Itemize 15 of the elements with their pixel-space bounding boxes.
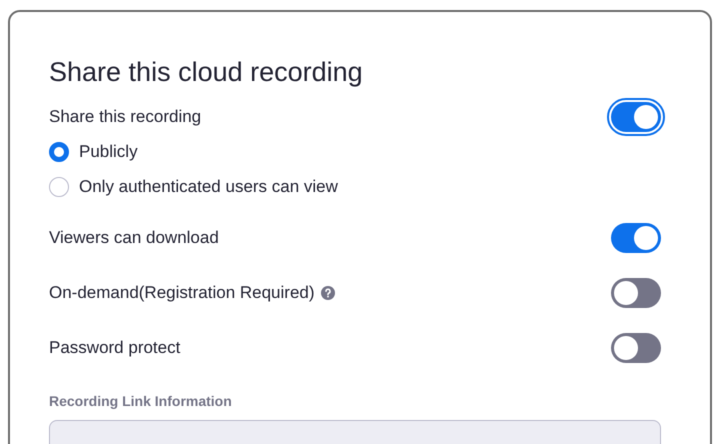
toggle-switch[interactable] [611, 102, 661, 132]
radio-option[interactable]: Only authenticated users can view [49, 169, 661, 204]
setting-label: Share this recording [49, 106, 202, 128]
dialog-title: Share this cloud recording [49, 56, 364, 89]
radio-button[interactable] [49, 176, 69, 196]
setting-label: On-demand(Registration Required) [49, 282, 315, 304]
setting-label: Viewers can download [49, 226, 219, 249]
toggle-switch[interactable] [611, 278, 661, 308]
help-icon[interactable] [320, 286, 335, 300]
radio-button[interactable] [49, 142, 69, 162]
toggle-switch[interactable] [611, 332, 661, 362]
toggle-switch[interactable] [611, 222, 661, 252]
radio-option[interactable]: Publicly [49, 134, 661, 169]
section-label: Recording Link Information [49, 392, 233, 411]
setting-label: Password protect [49, 336, 180, 359]
